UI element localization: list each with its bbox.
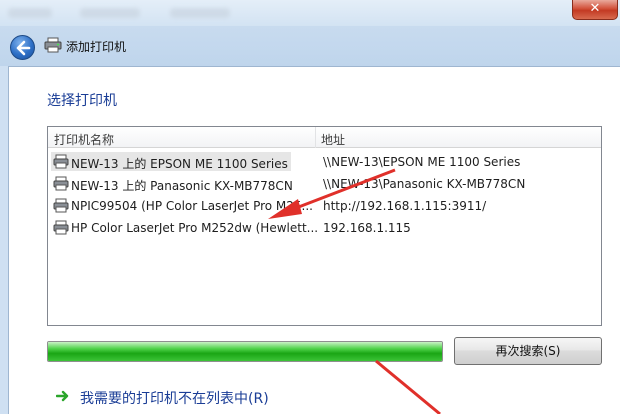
printer-row[interactable]: NEW-13 上的 EPSON ME 1100 Series \\NEW-13\…	[48, 151, 601, 172]
printer-list[interactable]: 打印机名称 地址 NEW-13 上的 EPSON ME 1100 Series …	[47, 126, 602, 326]
printer-icon	[53, 176, 69, 191]
printer-not-listed-link[interactable]: 我需要的打印机不在列表中(R)	[80, 388, 269, 408]
back-arrow-icon	[16, 40, 31, 56]
search-progress-bar	[47, 341, 443, 362]
window-title: 添加打印机	[66, 40, 127, 54]
printer-name: HP Color LaserJet Pro M252dw (Hewlett...	[71, 221, 319, 235]
printer-icon	[44, 37, 62, 53]
printer-icon	[53, 154, 69, 169]
search-again-button[interactable]: 再次搜索(S)	[454, 337, 602, 365]
blurred-breadcrumb	[80, 8, 140, 18]
printer-address: http://192.168.1.115:3911/	[323, 199, 487, 213]
printer-address: \\NEW-13\EPSON ME 1100 Series	[323, 155, 521, 169]
printer-row[interactable]: NEW-13 上的 Panasonic KX-MB778CN \\NEW-13\…	[48, 173, 601, 194]
column-divider[interactable]	[315, 127, 316, 148]
printer-name-cell: HP Color LaserJet Pro M252dw (Hewlett...	[51, 218, 318, 237]
blurred-breadcrumb	[8, 8, 52, 18]
printer-address: 192.168.1.115	[323, 221, 411, 235]
page-heading: 选择打印机	[47, 93, 117, 109]
printer-name-cell: NEW-13 上的 EPSON ME 1100 Series	[51, 152, 291, 171]
printer-row[interactable]: NPIC99504 (HP Color LaserJet Pro M25... …	[48, 195, 601, 216]
printer-icon	[53, 198, 69, 213]
printer-name-cell: NEW-13 上的 Panasonic KX-MB778CN	[51, 174, 293, 193]
close-button[interactable]: ✕	[572, 0, 618, 20]
column-header-address[interactable]: 地址	[321, 131, 345, 148]
printer-address: \\NEW-13\Panasonic KX-MB778CN	[323, 177, 526, 191]
printer-row[interactable]: HP Color LaserJet Pro M252dw (Hewlett...…	[48, 217, 601, 238]
content-panel: 选择打印机 打印机名称 地址 NEW-13 上的 EPSON ME 1100 S…	[8, 66, 620, 414]
back-button[interactable]	[10, 35, 35, 60]
title-bar: ✕	[0, 0, 620, 26]
printer-icon	[53, 220, 69, 235]
printer-name-cell: NPIC99504 (HP Color LaserJet Pro M25...	[51, 196, 313, 215]
progress-fill	[48, 342, 442, 361]
printer-name: NEW-13 上的 EPSON ME 1100 Series	[71, 157, 288, 171]
printer-name: NPIC99504 (HP Color LaserJet Pro M25...	[71, 199, 313, 213]
printer-name: NEW-13 上的 Panasonic KX-MB778CN	[71, 179, 293, 193]
list-header: 打印机名称 地址	[48, 127, 601, 148]
column-header-name[interactable]: 打印机名称	[54, 131, 114, 148]
window-chrome: ✕ 添加打印机	[0, 0, 620, 66]
green-arrow-icon[interactable]	[56, 389, 70, 403]
blurred-breadcrumb	[170, 8, 230, 18]
